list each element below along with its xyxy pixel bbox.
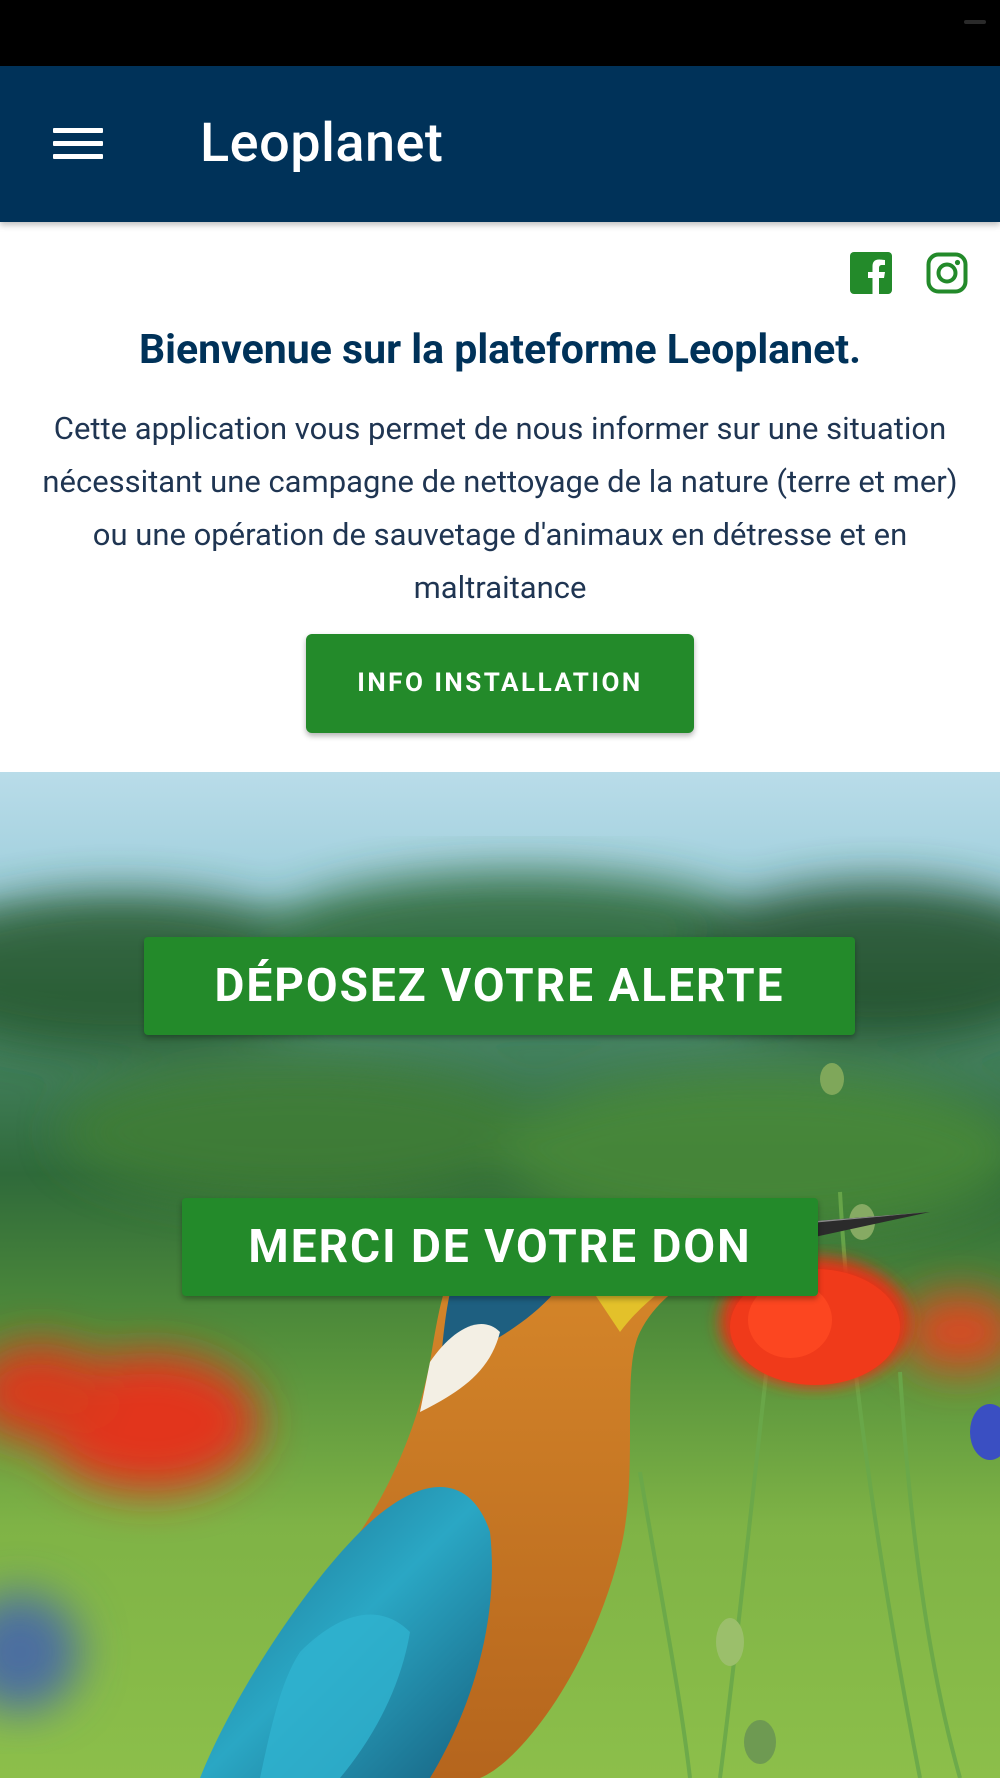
status-indicator-icon — [964, 20, 986, 24]
instagram-icon[interactable] — [926, 252, 968, 294]
status-bar — [0, 0, 1000, 66]
donate-button[interactable]: MERCI DE VOTRE DON — [182, 1198, 818, 1296]
intro-paragraph: Cette application vous permet de nous in… — [42, 410, 958, 606]
app-bar: Leoplanet — [0, 66, 1000, 222]
submit-alert-button[interactable]: DÉPOSEZ VOTRE ALERTE — [144, 937, 855, 1035]
facebook-icon[interactable] — [850, 252, 892, 294]
info-installation-button[interactable]: INFO INSTALLATION — [306, 634, 694, 733]
app-title: Leoplanet — [200, 112, 444, 175]
welcome-title: Bienvenue sur la plateforme Leoplanet. — [138, 326, 862, 374]
hamburger-menu-icon[interactable] — [44, 118, 110, 170]
